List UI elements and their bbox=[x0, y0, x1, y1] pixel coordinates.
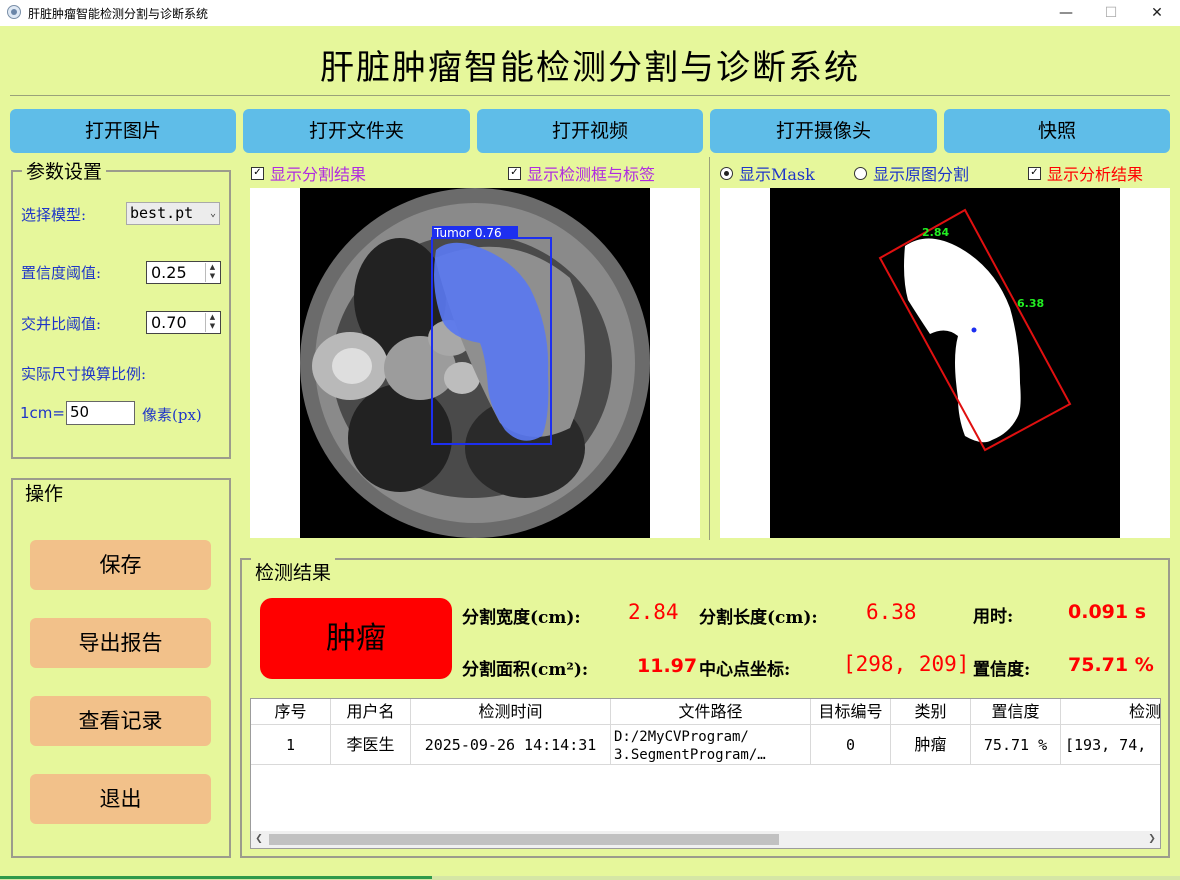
table-cell-category[interactable]: 肿瘤 bbox=[891, 725, 971, 765]
table-cell-index[interactable]: 1 bbox=[251, 725, 331, 765]
iou-spinbox-value: 0.70 bbox=[151, 313, 187, 332]
checkbox-checked-icon: ✓ bbox=[508, 167, 521, 180]
px-input[interactable]: 50 bbox=[66, 401, 135, 425]
width-value: 2.84 bbox=[628, 600, 679, 624]
close-button[interactable]: ✕ bbox=[1134, 0, 1180, 26]
area-label: 分割面积(cm²): bbox=[462, 660, 589, 680]
col-header-time[interactable]: 检测时间 bbox=[411, 699, 611, 725]
app-icon bbox=[7, 5, 21, 19]
conf-result-label: 置信度: bbox=[973, 660, 1031, 680]
col-header-index[interactable]: 序号 bbox=[251, 699, 331, 725]
checkbox-checked-icon: ✓ bbox=[251, 167, 264, 180]
mask-image: 2.84 6.38 bbox=[770, 188, 1120, 538]
view-records-button[interactable]: 查看记录 bbox=[30, 696, 211, 746]
length-value: 6.38 bbox=[866, 600, 917, 624]
params-group-title: 参数设置 bbox=[22, 157, 107, 184]
open-image-button[interactable]: 打开图片 bbox=[10, 109, 236, 153]
width-annotation: 2.84 bbox=[922, 226, 949, 239]
radio-selected-icon bbox=[720, 167, 733, 180]
cm-label: 1cm= bbox=[20, 404, 65, 422]
table-cell-target-id[interactable]: 0 bbox=[811, 725, 891, 765]
col-header-box[interactable]: 检测 bbox=[1061, 699, 1160, 725]
table-cell-path[interactable]: D:/2MyCVProgram/ 3.SegmentProgram/… bbox=[611, 725, 811, 765]
view-divider bbox=[709, 157, 710, 540]
class-badge: 肿瘤 bbox=[260, 598, 452, 679]
records-table[interactable]: 序号 用户名 检测时间 文件路径 目标编号 类别 置信度 检测 1 李医生 20… bbox=[250, 698, 1161, 849]
show-original-seg-label: 显示原图分割 bbox=[873, 165, 970, 184]
show-analysis-checkbox[interactable]: ✓ 显示分析结果 bbox=[1028, 161, 1144, 184]
window-title: 肝脏肿瘤智能检测分割与诊断系统 bbox=[28, 7, 209, 21]
px-unit-label: 像素(px) bbox=[142, 406, 202, 424]
conf-result-value: 75.71 % bbox=[1068, 654, 1154, 676]
scrollbar-thumb[interactable] bbox=[269, 834, 779, 845]
length-label: 分割长度(cm): bbox=[699, 608, 818, 628]
spin-arrows-icon[interactable]: ▲ ▼ bbox=[205, 313, 219, 332]
model-select[interactable]: best.pt ⌄ bbox=[126, 202, 220, 225]
scale-label: 实际尺寸换算比例: bbox=[21, 365, 147, 383]
scroll-right-icon[interactable]: ❯ bbox=[1144, 831, 1160, 848]
iou-label: 交并比阈值: bbox=[21, 315, 102, 333]
show-seg-label: 显示分割结果 bbox=[270, 165, 367, 184]
export-report-button[interactable]: 导出报告 bbox=[30, 618, 211, 668]
scroll-left-icon[interactable]: ❮ bbox=[251, 831, 267, 848]
table-cell-user[interactable]: 李医生 bbox=[331, 725, 411, 765]
spin-arrows-icon[interactable]: ▲ ▼ bbox=[205, 263, 219, 282]
table-cell-confidence[interactable]: 75.71 % bbox=[971, 725, 1061, 765]
table-cell-time[interactable]: 2025-09-26 14:14:31 bbox=[411, 725, 611, 765]
show-original-seg-radio[interactable]: 显示原图分割 bbox=[854, 161, 970, 184]
detection-label: Tumor 0.76 bbox=[433, 226, 502, 240]
save-button[interactable]: 保存 bbox=[30, 540, 211, 590]
time-value: 0.091 s bbox=[1068, 601, 1147, 623]
model-label: 选择模型: bbox=[21, 206, 87, 224]
length-annotation: 6.38 bbox=[1017, 297, 1044, 310]
model-select-value: best.pt bbox=[130, 204, 194, 222]
show-mask-radio[interactable]: 显示Mask bbox=[720, 161, 815, 184]
snapshot-button[interactable]: 快照 bbox=[944, 109, 1170, 153]
path-line-1: D:/2MyCVProgram/ bbox=[614, 729, 749, 745]
exit-button[interactable]: 退出 bbox=[30, 774, 211, 824]
mask-image-panel: 2.84 6.38 bbox=[720, 188, 1170, 538]
maximize-button[interactable]: ☐ bbox=[1088, 0, 1134, 26]
conf-spinbox-value: 0.25 bbox=[151, 263, 187, 282]
open-camera-button[interactable]: 打开摄像头 bbox=[710, 109, 937, 153]
table-cell-box[interactable]: [193, 74, bbox=[1061, 725, 1160, 765]
col-header-confidence[interactable]: 置信度 bbox=[971, 699, 1061, 725]
results-group-title: 检测结果 bbox=[251, 558, 336, 585]
open-folder-button[interactable]: 打开文件夹 bbox=[243, 109, 470, 153]
show-seg-checkbox[interactable]: ✓ 显示分割结果 bbox=[251, 161, 367, 184]
col-header-category[interactable]: 类别 bbox=[891, 699, 971, 725]
original-image-panel: Tumor 0.76 bbox=[250, 188, 700, 538]
open-video-button[interactable]: 打开视频 bbox=[477, 109, 703, 153]
path-line-2: 3.SegmentProgram/… bbox=[614, 747, 766, 763]
ct-scan-image: Tumor 0.76 bbox=[300, 188, 650, 538]
conf-spinbox[interactable]: 0.25 ▲ ▼ bbox=[146, 261, 221, 284]
center-value: [298, 209] bbox=[843, 652, 970, 676]
show-box-checkbox[interactable]: ✓ 显示检测框与标签 bbox=[508, 161, 656, 184]
width-label: 分割宽度(cm): bbox=[462, 608, 581, 628]
chevron-down-icon: ⌄ bbox=[209, 208, 216, 219]
center-label: 中心点坐标: bbox=[699, 660, 791, 680]
col-header-path[interactable]: 文件路径 bbox=[611, 699, 811, 725]
col-header-target-id[interactable]: 目标编号 bbox=[811, 699, 891, 725]
time-label: 用时: bbox=[973, 607, 1014, 627]
page-title: 肝脏肿瘤智能检测分割与诊断系统 bbox=[320, 48, 860, 88]
operations-group-title: 操作 bbox=[25, 483, 64, 505]
status-bar-accent bbox=[0, 876, 432, 879]
conf-label: 置信度阈值: bbox=[21, 264, 102, 282]
show-analysis-label: 显示分析结果 bbox=[1047, 165, 1144, 184]
area-value: 11.97 bbox=[637, 655, 698, 677]
header-divider bbox=[10, 95, 1170, 96]
radio-unselected-icon bbox=[854, 167, 867, 180]
minimize-button[interactable]: — bbox=[1043, 0, 1089, 26]
checkbox-checked-icon: ✓ bbox=[1028, 167, 1041, 180]
iou-spinbox[interactable]: 0.70 ▲ ▼ bbox=[146, 311, 221, 334]
show-box-label: 显示检测框与标签 bbox=[527, 165, 656, 184]
show-mask-label: 显示Mask bbox=[739, 165, 815, 184]
col-header-user[interactable]: 用户名 bbox=[331, 699, 411, 725]
horizontal-scrollbar[interactable]: ❮ ❯ bbox=[251, 831, 1160, 848]
